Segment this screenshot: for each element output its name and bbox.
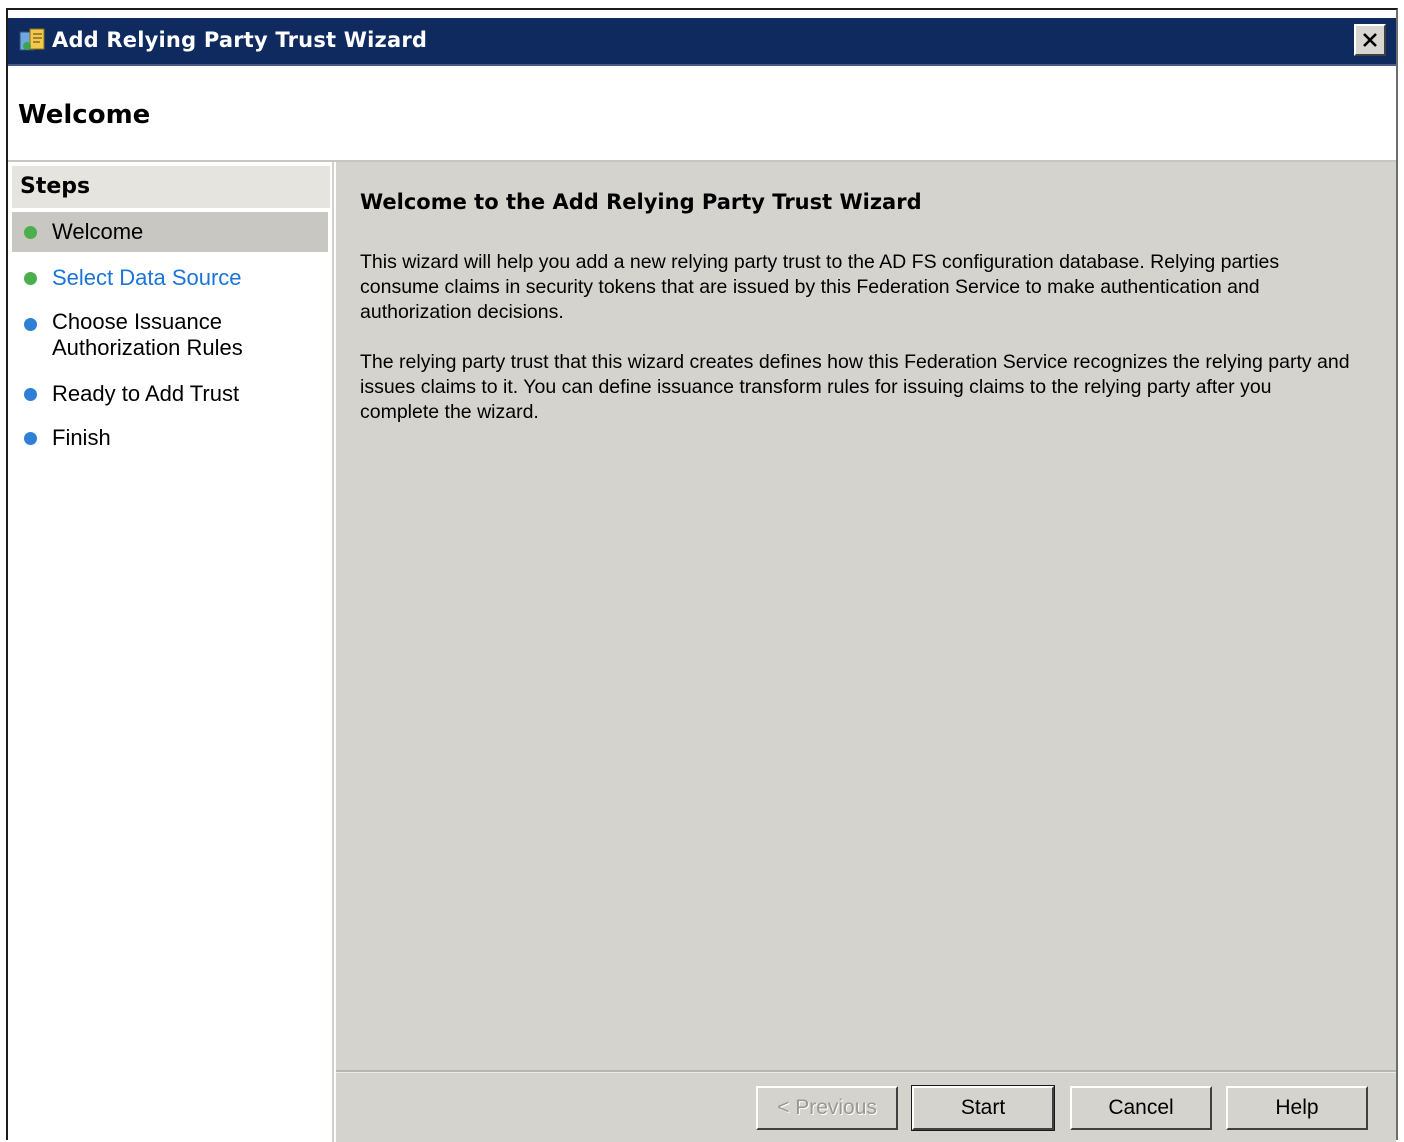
adfs-wizard-icon [19,28,45,51]
step-pending-dot-icon [24,432,37,445]
step-pending-dot-icon [24,388,37,401]
content-panel: Welcome to the Add Relying Party Trust W… [336,162,1396,1142]
close-button[interactable] [1354,24,1386,56]
steps-panel: Steps Welcome Select Data Source Choose … [8,162,334,1142]
wizard-header: Welcome [8,66,1396,162]
steps-header: Steps [12,166,330,208]
window-title: Add Relying Party Trust Wizard [52,28,428,52]
step-label: Select Data Source [52,265,242,290]
previous-button[interactable]: < Previous [756,1086,898,1130]
start-button[interactable]: Start [911,1085,1055,1131]
cancel-button[interactable]: Cancel [1070,1086,1212,1130]
step-complete-dot-icon [24,226,37,239]
footer-divider [336,1070,1396,1073]
details-paragraph: The relying party trust that this wizard… [360,351,1350,423]
content-title: Welcome to the Add Relying Party Trust W… [360,190,922,214]
step-pending-dot-icon [24,318,37,331]
step-label: Ready to Add Trust [52,381,240,406]
step-finish[interactable]: Finish [12,418,328,458]
step-ready-to-add-trust[interactable]: Ready to Add Trust [12,374,328,414]
step-complete-dot-icon [24,272,37,285]
step-welcome[interactable]: Welcome [12,212,328,252]
help-button[interactable]: Help [1226,1086,1368,1130]
step-label: Choose Issuance Authorization Rules [52,309,243,360]
step-label: Finish [52,425,111,450]
step-label: Welcome [52,219,144,244]
wizard-window: Add Relying Party Trust Wizard Welcome S… [6,8,1398,1142]
intro-paragraph: This wizard will help you add a new rely… [360,251,1280,323]
title-bar[interactable]: Add Relying Party Trust Wizard [8,18,1396,66]
steps-heading: Steps [20,174,91,199]
close-icon [1363,33,1377,47]
step-select-data-source[interactable]: Select Data Source [12,258,328,298]
step-choose-issuance-authorization-rules[interactable]: Choose Issuance Authorization Rules [12,304,328,360]
page-title: Welcome [18,100,151,130]
